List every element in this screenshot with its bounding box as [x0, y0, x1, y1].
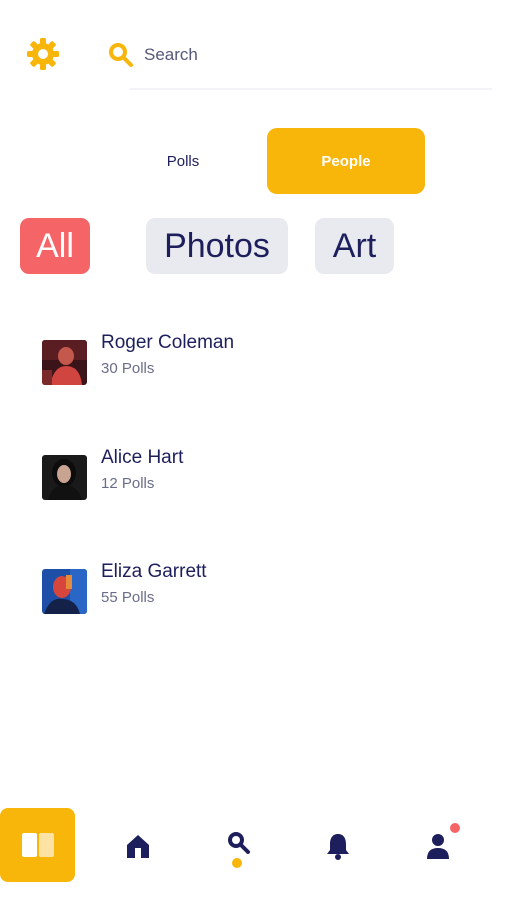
person-list-item[interactable]: Alice Hart 12 Polls [40, 447, 480, 515]
tab-people[interactable]: People [267, 128, 425, 194]
person-name: Roger Coleman [101, 332, 235, 353]
avatar [42, 569, 87, 614]
settings-button[interactable] [24, 35, 62, 73]
home-icon [127, 835, 149, 858]
person-poll-count: 12 Polls [101, 475, 155, 492]
person-list-item[interactable]: Eliza Garrett 55 Polls [40, 561, 480, 629]
book-icon [21, 833, 54, 857]
nav-search-button[interactable] [218, 822, 258, 862]
search-bar[interactable] [100, 32, 492, 92]
nav-book-button[interactable] [0, 808, 75, 882]
nav-notifications-button[interactable] [318, 826, 358, 866]
person-poll-count: 30 Polls [101, 360, 155, 377]
search-underline [130, 88, 492, 90]
person-poll-count: 55 Polls [101, 589, 155, 606]
search-icon [109, 43, 133, 67]
search-input[interactable] [142, 38, 476, 72]
person-name: Eliza Garrett [101, 561, 207, 582]
person-name: Alice Hart [101, 447, 184, 468]
profile-icon [427, 834, 449, 859]
search-icon [228, 832, 250, 854]
bell-icon [327, 834, 349, 860]
active-indicator-dot [232, 858, 242, 868]
filter-chip-all[interactable]: All [20, 218, 90, 274]
filter-chip-photos[interactable]: Photos [146, 218, 288, 274]
tab-polls[interactable]: Polls [104, 128, 262, 194]
filter-chip-art[interactable]: Art [315, 218, 394, 274]
notification-dot [450, 823, 460, 833]
person-list-item[interactable]: Roger Coleman 30 Polls [40, 332, 480, 400]
gear-icon [27, 38, 59, 70]
avatar [42, 340, 87, 385]
avatar [42, 455, 87, 500]
nav-home-button[interactable] [118, 826, 158, 866]
